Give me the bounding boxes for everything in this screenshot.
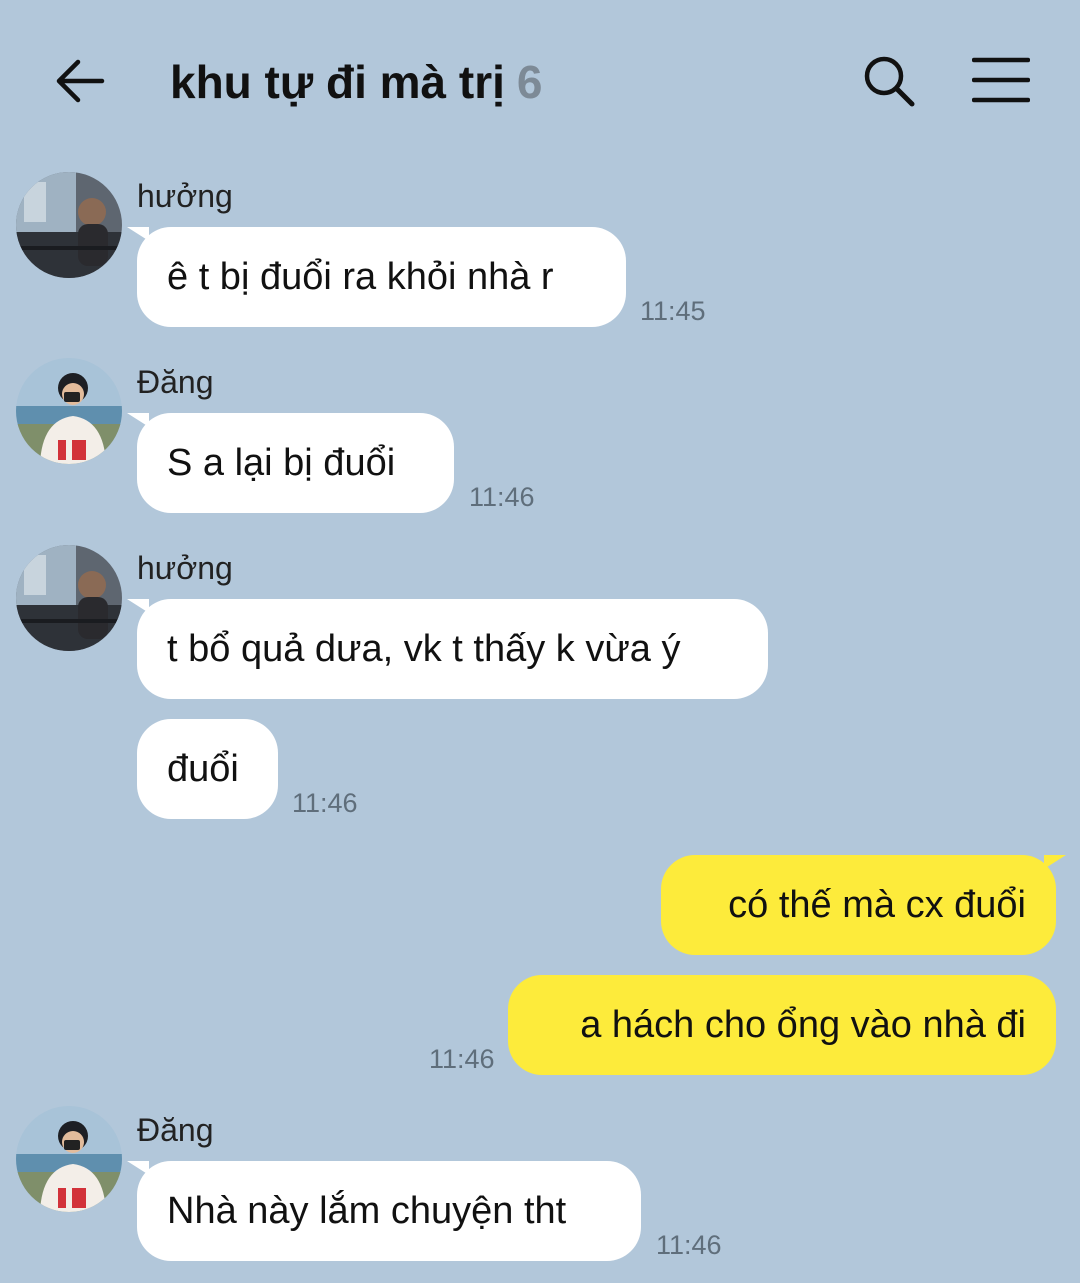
- chat-title-text: khu tự đi mà trị: [170, 56, 505, 108]
- sender-name: Đăng: [137, 364, 214, 400]
- bubble-tail: [127, 227, 149, 241]
- message-time: 11:46: [656, 1230, 722, 1260]
- message-bubble-outgoing[interactable]: a hách cho ổng vào nhà đi: [508, 975, 1056, 1075]
- bubble-tail: [127, 413, 149, 427]
- avatar-dang[interactable]: [16, 1106, 122, 1212]
- message-text: có thế mà cx đuổi: [728, 884, 1026, 926]
- message-text: S a lại bị đuổi: [167, 442, 396, 484]
- member-count: 6: [516, 56, 543, 108]
- menu-icon[interactable]: [971, 56, 1031, 104]
- message-text: t bổ quả dưa, vk t thấy k vừa ý: [167, 628, 681, 670]
- message-text: ê t bị đuổi ra khỏi nhà r: [167, 256, 554, 298]
- avatar-huong[interactable]: [16, 172, 122, 278]
- message-time: 11:45: [640, 296, 706, 326]
- message-bubble[interactable]: Nhà này lắm chuyện tht: [127, 1161, 641, 1261]
- message-bubble-outgoing[interactable]: có thế mà cx đuổi: [661, 855, 1066, 955]
- avatar-huong[interactable]: [16, 545, 122, 651]
- bubble-tail: [1044, 855, 1066, 869]
- sender-name: Đăng: [137, 1112, 214, 1148]
- message-bubble[interactable]: ê t bị đuổi ra khỏi nhà r: [127, 227, 626, 327]
- message-time: 11:46: [292, 788, 358, 818]
- message-text: Nhà này lắm chuyện tht: [167, 1190, 567, 1232]
- chat-header: khu tự đi mà trị 6: [0, 0, 1080, 160]
- message-time: 11:46: [429, 1044, 495, 1074]
- message-bubble[interactable]: t bổ quả dưa, vk t thấy k vừa ý: [127, 599, 768, 699]
- message-bubble[interactable]: S a lại bị đuổi: [127, 413, 454, 513]
- bubble-tail: [127, 1161, 149, 1175]
- message-text: a hách cho ổng vào nhà đi: [580, 1004, 1026, 1046]
- sender-name: hưởng: [137, 550, 233, 586]
- search-icon[interactable]: [862, 54, 916, 108]
- avatar-dang[interactable]: [16, 358, 122, 464]
- message-text: đuổi: [167, 748, 239, 790]
- bubble-tail: [127, 599, 149, 613]
- message-time: 11:46: [469, 482, 535, 512]
- back-arrow-icon[interactable]: [54, 56, 106, 106]
- sender-name: hưởng: [137, 178, 233, 214]
- chat-title: khu tự đi mà trị 6: [170, 54, 543, 110]
- message-bubble[interactable]: đuổi: [137, 719, 278, 819]
